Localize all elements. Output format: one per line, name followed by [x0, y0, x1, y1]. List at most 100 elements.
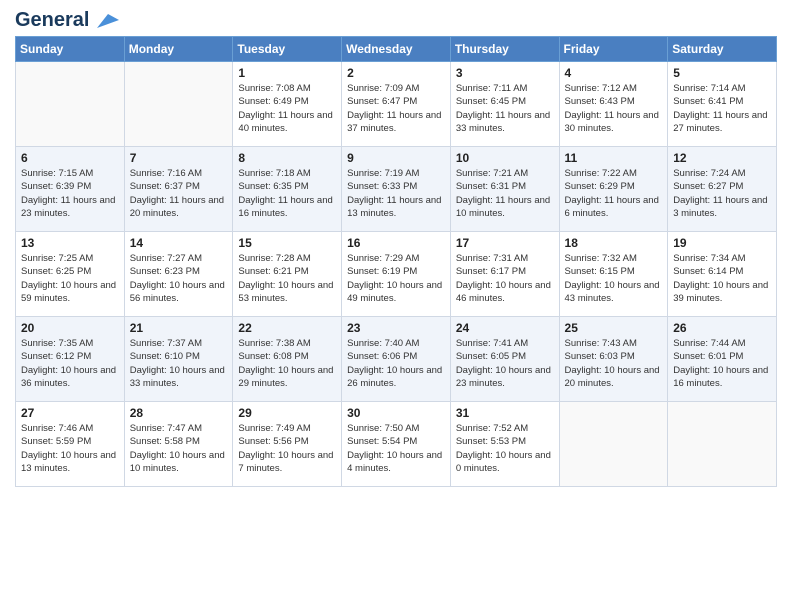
calendar-cell: 22 Sunrise: 7:38 AM Sunset: 6:08 PM Dayli… — [233, 317, 342, 402]
calendar-cell: 11 Sunrise: 7:22 AM Sunset: 6:29 PM Dayli… — [559, 147, 668, 232]
logo-text: General — [15, 10, 119, 30]
day-info: Sunrise: 7:28 AM Sunset: 6:21 PM Dayligh… — [238, 252, 336, 305]
calendar-cell: 16 Sunrise: 7:29 AM Sunset: 6:19 PM Dayli… — [342, 232, 451, 317]
day-number: 26 — [673, 321, 771, 335]
calendar-cell: 19 Sunrise: 7:34 AM Sunset: 6:14 PM Dayli… — [668, 232, 777, 317]
day-info: Sunrise: 7:46 AM Sunset: 5:59 PM Dayligh… — [21, 422, 119, 475]
day-info: Sunrise: 7:22 AM Sunset: 6:29 PM Dayligh… — [565, 167, 663, 220]
day-info: Sunrise: 7:18 AM Sunset: 6:35 PM Dayligh… — [238, 167, 336, 220]
day-info: Sunrise: 7:41 AM Sunset: 6:05 PM Dayligh… — [456, 337, 554, 390]
calendar-cell: 1Sunrise: 7:08 AM Sunset: 6:49 PM Daylig… — [233, 62, 342, 147]
calendar-week-row: 1Sunrise: 7:08 AM Sunset: 6:49 PM Daylig… — [16, 62, 777, 147]
calendar-cell: 8Sunrise: 7:18 AM Sunset: 6:35 PM Daylig… — [233, 147, 342, 232]
calendar-week-row: 6 Sunrise: 7:15 AM Sunset: 6:39 PM Daylig… — [16, 147, 777, 232]
calendar-cell: 4Sunrise: 7:12 AM Sunset: 6:43 PM Daylig… — [559, 62, 668, 147]
logo: General — [15, 10, 119, 28]
calendar-cell: 5 Sunrise: 7:14 AM Sunset: 6:41 PM Daylig… — [668, 62, 777, 147]
calendar-cell: 13 Sunrise: 7:25 AM Sunset: 6:25 PM Dayli… — [16, 232, 125, 317]
calendar-header-wednesday: Wednesday — [342, 37, 451, 62]
day-number: 4 — [565, 66, 663, 80]
day-info: Sunrise: 7:34 AM Sunset: 6:14 PM Dayligh… — [673, 252, 771, 305]
calendar-cell: 15 Sunrise: 7:28 AM Sunset: 6:21 PM Dayli… — [233, 232, 342, 317]
calendar-cell: 26 Sunrise: 7:44 AM Sunset: 6:01 PM Dayli… — [668, 317, 777, 402]
header: General — [15, 10, 777, 28]
calendar-cell — [668, 402, 777, 487]
calendar-cell: 23 Sunrise: 7:40 AM Sunset: 6:06 PM Dayli… — [342, 317, 451, 402]
day-number: 10 — [456, 151, 554, 165]
calendar-cell: 6 Sunrise: 7:15 AM Sunset: 6:39 PM Daylig… — [16, 147, 125, 232]
day-info: Sunrise: 7:15 AM Sunset: 6:39 PM Dayligh… — [21, 167, 119, 220]
day-number: 30 — [347, 406, 445, 420]
calendar-cell: 3Sunrise: 7:11 AM Sunset: 6:45 PM Daylig… — [450, 62, 559, 147]
calendar-header-thursday: Thursday — [450, 37, 559, 62]
day-number: 19 — [673, 236, 771, 250]
day-info: Sunrise: 7:44 AM Sunset: 6:01 PM Dayligh… — [673, 337, 771, 390]
day-number: 23 — [347, 321, 445, 335]
calendar-cell: 24 Sunrise: 7:41 AM Sunset: 6:05 PM Dayli… — [450, 317, 559, 402]
day-number: 16 — [347, 236, 445, 250]
day-number: 21 — [130, 321, 228, 335]
calendar-cell: 9Sunrise: 7:19 AM Sunset: 6:33 PM Daylig… — [342, 147, 451, 232]
day-info: Sunrise: 7:27 AM Sunset: 6:23 PM Dayligh… — [130, 252, 228, 305]
day-number: 6 — [21, 151, 119, 165]
calendar-cell: 2 Sunrise: 7:09 AM Sunset: 6:47 PM Daylig… — [342, 62, 451, 147]
calendar-cell: 12 Sunrise: 7:24 AM Sunset: 6:27 PM Dayli… — [668, 147, 777, 232]
day-number: 31 — [456, 406, 554, 420]
day-info: Sunrise: 7:31 AM Sunset: 6:17 PM Dayligh… — [456, 252, 554, 305]
day-number: 12 — [673, 151, 771, 165]
day-info: Sunrise: 7:52 AM Sunset: 5:53 PM Dayligh… — [456, 422, 554, 475]
day-number: 13 — [21, 236, 119, 250]
calendar-cell: 18 Sunrise: 7:32 AM Sunset: 6:15 PM Dayli… — [559, 232, 668, 317]
day-number: 11 — [565, 151, 663, 165]
day-info: Sunrise: 7:43 AM Sunset: 6:03 PM Dayligh… — [565, 337, 663, 390]
day-info: Sunrise: 7:21 AM Sunset: 6:31 PM Dayligh… — [456, 167, 554, 220]
calendar-cell: 10 Sunrise: 7:21 AM Sunset: 6:31 PM Dayli… — [450, 147, 559, 232]
day-info: Sunrise: 7:40 AM Sunset: 6:06 PM Dayligh… — [347, 337, 445, 390]
day-number: 7 — [130, 151, 228, 165]
calendar-cell — [16, 62, 125, 147]
calendar-header-row: SundayMondayTuesdayWednesdayThursdayFrid… — [16, 37, 777, 62]
calendar-cell: 28Sunrise: 7:47 AM Sunset: 5:58 PM Dayli… — [124, 402, 233, 487]
day-number: 5 — [673, 66, 771, 80]
calendar-cell: 20 Sunrise: 7:35 AM Sunset: 6:12 PM Dayli… — [16, 317, 125, 402]
day-number: 2 — [347, 66, 445, 80]
calendar-header-sunday: Sunday — [16, 37, 125, 62]
day-number: 25 — [565, 321, 663, 335]
day-info: Sunrise: 7:24 AM Sunset: 6:27 PM Dayligh… — [673, 167, 771, 220]
day-number: 20 — [21, 321, 119, 335]
calendar-cell: 14 Sunrise: 7:27 AM Sunset: 6:23 PM Dayli… — [124, 232, 233, 317]
day-info: Sunrise: 7:35 AM Sunset: 6:12 PM Dayligh… — [21, 337, 119, 390]
day-number: 28 — [130, 406, 228, 420]
calendar-cell: 17 Sunrise: 7:31 AM Sunset: 6:17 PM Dayli… — [450, 232, 559, 317]
day-info: Sunrise: 7:09 AM Sunset: 6:47 PM Dayligh… — [347, 82, 445, 135]
day-number: 14 — [130, 236, 228, 250]
day-number: 15 — [238, 236, 336, 250]
day-info: Sunrise: 7:37 AM Sunset: 6:10 PM Dayligh… — [130, 337, 228, 390]
day-number: 18 — [565, 236, 663, 250]
day-number: 17 — [456, 236, 554, 250]
day-info: Sunrise: 7:49 AM Sunset: 5:56 PM Dayligh… — [238, 422, 336, 475]
day-info: Sunrise: 7:38 AM Sunset: 6:08 PM Dayligh… — [238, 337, 336, 390]
day-info: Sunrise: 7:16 AM Sunset: 6:37 PM Dayligh… — [130, 167, 228, 220]
calendar-cell: 31 Sunrise: 7:52 AM Sunset: 5:53 PM Dayli… — [450, 402, 559, 487]
day-info: Sunrise: 7:50 AM Sunset: 5:54 PM Dayligh… — [347, 422, 445, 475]
day-number: 27 — [21, 406, 119, 420]
page: General SundayMondayTuesdayWednesdayThur… — [0, 0, 792, 612]
calendar-header-friday: Friday — [559, 37, 668, 62]
day-info: Sunrise: 7:14 AM Sunset: 6:41 PM Dayligh… — [673, 82, 771, 135]
day-info: Sunrise: 7:25 AM Sunset: 6:25 PM Dayligh… — [21, 252, 119, 305]
day-number: 22 — [238, 321, 336, 335]
day-number: 3 — [456, 66, 554, 80]
calendar-week-row: 13 Sunrise: 7:25 AM Sunset: 6:25 PM Dayli… — [16, 232, 777, 317]
calendar-cell: 21 Sunrise: 7:37 AM Sunset: 6:10 PM Dayli… — [124, 317, 233, 402]
logo-icon — [97, 14, 119, 28]
calendar-cell — [124, 62, 233, 147]
day-info: Sunrise: 7:32 AM Sunset: 6:15 PM Dayligh… — [565, 252, 663, 305]
calendar-cell: 7 Sunrise: 7:16 AM Sunset: 6:37 PM Daylig… — [124, 147, 233, 232]
day-number: 24 — [456, 321, 554, 335]
calendar-week-row: 27 Sunrise: 7:46 AM Sunset: 5:59 PM Dayli… — [16, 402, 777, 487]
day-number: 29 — [238, 406, 336, 420]
calendar-cell: 30 Sunrise: 7:50 AM Sunset: 5:54 PM Dayli… — [342, 402, 451, 487]
day-info: Sunrise: 7:29 AM Sunset: 6:19 PM Dayligh… — [347, 252, 445, 305]
day-info: Sunrise: 7:19 AM Sunset: 6:33 PM Dayligh… — [347, 167, 445, 220]
